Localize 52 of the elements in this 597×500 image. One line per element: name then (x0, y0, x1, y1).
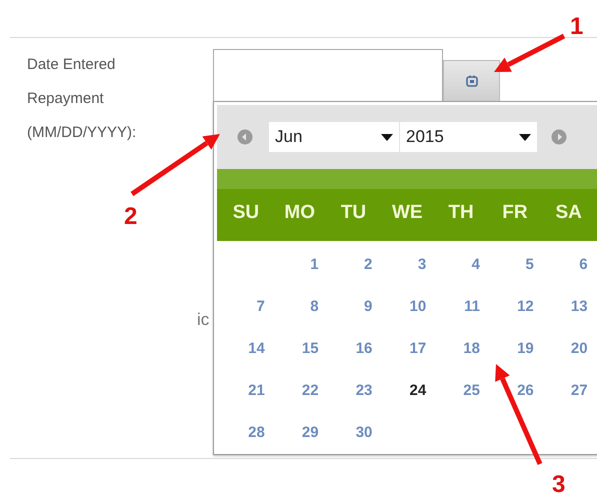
day-cell[interactable]: 15 (272, 327, 327, 369)
weekday-label: WE (390, 202, 424, 224)
day-cell[interactable]: 4 (434, 243, 488, 285)
callout-number: 1 (570, 14, 584, 40)
field-label: ic (197, 310, 210, 330)
day-cell[interactable]: 13 (542, 285, 596, 327)
day-cell[interactable]: 30 (326, 411, 380, 453)
day-cell[interactable]: 5 (488, 243, 542, 285)
day-cell[interactable]: 22 (272, 369, 327, 411)
field-label: Date Entered Repayment (MM/DD/YYYY): (26, 55, 138, 143)
day-cell[interactable]: 18 (434, 327, 488, 369)
day-cell[interactable]: 9 (326, 285, 380, 327)
day-cell[interactable]: 19 (488, 327, 542, 369)
day-cell[interactable]: 3 (380, 243, 434, 285)
day-cell[interactable]: 20 (542, 327, 596, 369)
month-dropdown[interactable]: Jun (269, 122, 399, 152)
day-cell[interactable]: 21 (219, 369, 273, 411)
day-cell[interactable]: 6 (542, 243, 596, 285)
weekday-label: MO (283, 202, 316, 224)
day-cell[interactable]: 10 (380, 285, 434, 327)
callout-number: 3 (552, 472, 566, 498)
day-cell[interactable]: 17 (380, 327, 434, 369)
weekday-label: TU (340, 202, 368, 224)
callout-arrow (494, 34, 566, 72)
caret-icon (519, 134, 531, 140)
day-cell[interactable]: 1 (272, 243, 327, 285)
weekday-label: TH (447, 202, 475, 224)
next-month-icon[interactable] (551, 129, 567, 145)
day-cell[interactable]: 28 (219, 411, 273, 453)
day-cell[interactable]: 8 (272, 285, 327, 327)
day-cell[interactable]: 12 (488, 285, 542, 327)
date-input[interactable] (213, 49, 443, 102)
day-cell[interactable]: 7 (219, 285, 273, 327)
calendar-button[interactable] (443, 60, 500, 102)
previous-month-icon[interactable] (237, 129, 253, 145)
day-cell[interactable]: 2 (326, 243, 380, 285)
weekday-label: FR (501, 202, 529, 224)
weekday-label: SA (554, 202, 583, 224)
day-cell[interactable]: 26 (488, 369, 542, 411)
day-cell[interactable]: 16 (326, 327, 380, 369)
day-cell[interactable]: 11 (434, 285, 488, 327)
year-dropdown[interactable]: 2015 (400, 122, 537, 152)
calendar-icon (466, 75, 478, 87)
caret-icon (381, 134, 393, 140)
day-cell[interactable]: 27 (542, 369, 596, 411)
day-cell[interactable]: 24 (380, 369, 434, 411)
weekday-label: SU (232, 202, 260, 224)
day-cell[interactable]: 23 (326, 369, 380, 411)
day-cell[interactable]: 14 (219, 327, 273, 369)
day-cell[interactable]: 29 (272, 411, 327, 453)
callout-number: 2 (124, 204, 138, 230)
day-cell[interactable]: 25 (434, 369, 488, 411)
